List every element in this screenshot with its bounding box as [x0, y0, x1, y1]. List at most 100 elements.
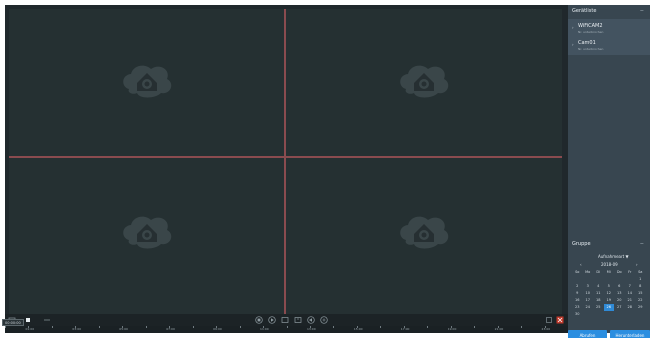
play-icon[interactable] [268, 316, 276, 324]
list-item[interactable]: › WiFiCAM2 Nr. unterbrochen [568, 21, 650, 37]
calendar-day[interactable]: 17 [583, 297, 594, 304]
timeline-label: 15:00 [353, 327, 363, 331]
close-icon[interactable] [556, 316, 564, 324]
calendar-day[interactable]: 21 [625, 297, 636, 304]
calendar-day[interactable]: 10 [583, 290, 594, 297]
minus-icon[interactable]: − [640, 238, 644, 250]
calendar-day[interactable]: 23 [572, 304, 583, 311]
timeline-cursor-time: 00:00:00 [2, 319, 24, 326]
calendar-day[interactable]: 15 [635, 290, 646, 297]
weekday-label: Do [616, 270, 622, 274]
calendar-day[interactable]: 30 [572, 311, 583, 318]
calendar-month: 2018-09 [601, 262, 618, 267]
stop-icon[interactable] [255, 316, 263, 324]
calendar-day[interactable]: 29 [635, 304, 646, 311]
calendar-day [593, 311, 604, 318]
calendar-day[interactable]: 6 [614, 283, 625, 290]
calendar-day[interactable]: 12 [604, 290, 615, 297]
calendar: Aufnahmeart ▼ ‹ 2018-09 › So Mo Di Mi Do Fr Sa… [568, 250, 650, 328]
timeline[interactable]: 01:00 03:00 05:00 07:00 09:00 11:00 13:00 15:00… [5, 326, 569, 333]
timeline-label: 23:00 [541, 327, 551, 331]
weekday-label: Sa [638, 270, 643, 274]
calendar-day[interactable]: 25 [593, 304, 604, 311]
playback-window: 01:00 03:00 05:00 07:00 09:00 11:00 13:00 15:00… [5, 5, 650, 338]
device-name: WiFiCAM2 [578, 23, 603, 29]
calendar-day[interactable]: 16 [572, 297, 583, 304]
chevron-left-icon[interactable]: ‹ [580, 262, 582, 267]
calendar-day[interactable]: 27 [614, 304, 625, 311]
calendar-day [583, 311, 594, 318]
chevron-right-icon[interactable]: › [572, 42, 574, 47]
calendar-day[interactable]: 22 [635, 297, 646, 304]
calendar-day[interactable]: 26 [603, 304, 614, 311]
calendar-day[interactable]: 5 [604, 283, 615, 290]
calendar-day[interactable]: 28 [625, 304, 636, 311]
calendar-day [604, 311, 615, 318]
timeline-tick [427, 326, 429, 328]
calendar-nav: ‹ 2018-09 › [568, 262, 650, 268]
calendar-day[interactable]: 1 [635, 276, 646, 283]
weekday-label: So [575, 270, 580, 274]
device-status: Nr. unterbrochen [578, 47, 604, 51]
calendar-day[interactable]: 2 [572, 283, 583, 290]
calendar-day[interactable]: 19 [604, 297, 615, 304]
calendar-day[interactable]: 24 [583, 304, 594, 311]
device-list: › WiFiCAM2 Nr. unterbrochen › Cam01 Nr. … [568, 19, 650, 55]
grid-divider-vertical [284, 9, 286, 314]
chevron-right-icon[interactable]: › [572, 25, 574, 30]
calendar-day [625, 276, 636, 283]
calendar-day [625, 311, 636, 318]
fullscreen-icon[interactable] [320, 316, 328, 324]
timeline-tick [380, 326, 382, 328]
calendar-day [583, 276, 594, 283]
capture-icon[interactable] [281, 316, 289, 324]
timeline-label: 07:00 [166, 327, 175, 331]
timeline-label: 01:00 [25, 327, 35, 331]
timeline-tick [145, 326, 147, 328]
download-button[interactable]: Herunterladen [610, 330, 650, 338]
weekday-label: Mo [585, 270, 591, 274]
calendar-day[interactable]: 4 [593, 283, 604, 290]
calendar-day[interactable]: 14 [625, 290, 636, 297]
timeline-tick [98, 326, 100, 328]
calendar-day[interactable]: 7 [625, 283, 636, 290]
chevron-right-icon[interactable]: › [636, 262, 638, 267]
minus-icon[interactable]: − [640, 5, 644, 17]
volume-icon[interactable] [307, 316, 315, 324]
record-icon[interactable] [294, 316, 302, 324]
calendar-day[interactable]: 13 [614, 290, 625, 297]
camera-house-logo-icon [123, 65, 172, 98]
calendar-day[interactable]: 3 [583, 283, 594, 290]
device-list-header: Gerätliste − [568, 5, 650, 17]
list-item[interactable]: › Cam01 Nr. unterbrochen [568, 38, 650, 54]
calendar-day [604, 276, 615, 283]
calendar-day[interactable]: 20 [614, 297, 625, 304]
timeline-label: 13:00 [306, 327, 316, 331]
calendar-day [593, 276, 604, 283]
calendar-day [572, 276, 583, 283]
group-title: Gruppe [572, 241, 591, 247]
calendar-day[interactable]: 9 [572, 290, 583, 297]
group-header: Gruppe − [568, 238, 650, 250]
window-restore-icon[interactable] [545, 316, 553, 324]
timeline-tick [51, 326, 53, 328]
retrieve-button[interactable]: Abrufen [568, 330, 607, 338]
device-list-title: Gerätliste [572, 8, 597, 14]
calendar-day[interactable]: 8 [635, 283, 646, 290]
video-grid [9, 9, 562, 314]
timeline-label: 09:00 [213, 327, 222, 331]
right-panel: Gerätliste − › WiFiCAM2 Nr. unterbrochen… [568, 5, 650, 333]
device-name: Cam01 [578, 40, 596, 46]
weekday-label: Fr [628, 270, 632, 274]
timeline-label: 03:00 [72, 327, 82, 331]
timeline-tick [192, 326, 194, 328]
speed-icon[interactable] [43, 316, 51, 324]
timeline-label: 05:00 [119, 327, 128, 331]
calendar-day [614, 311, 625, 318]
calendar-day[interactable]: 11 [593, 290, 604, 297]
calendar-day[interactable]: 18 [593, 297, 604, 304]
playback-marker-icon[interactable] [24, 316, 32, 324]
record-type-select[interactable]: Aufnahmeart ▼ [598, 254, 629, 259]
calendar-day [635, 311, 646, 318]
timeline-tick [521, 326, 523, 328]
